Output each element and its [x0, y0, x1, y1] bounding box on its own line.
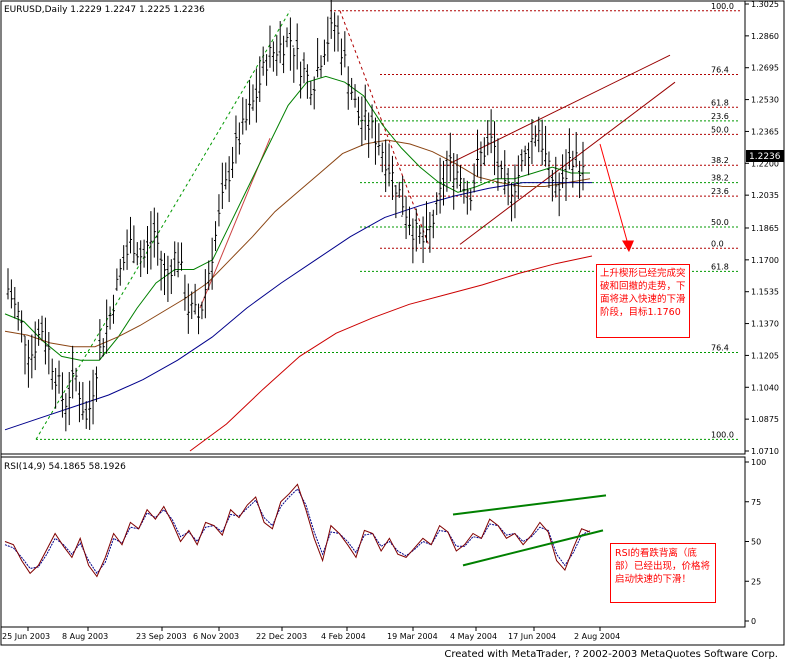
current-price-label: 1.2236: [749, 152, 781, 162]
rsi-tick-label: 0: [751, 617, 756, 626]
price-tick-label: 1.1535: [751, 288, 779, 297]
rsi-tick-label: 100: [751, 458, 766, 467]
forecast-arrow-line: [599, 143, 629, 245]
price-tick-label: 1.0710: [751, 447, 779, 456]
trend-lines: [35, 10, 676, 440]
price-tick-label: 1.1205: [751, 351, 779, 360]
wedge-annotation: 上升楔形已经完成突破和回撤的走势，下面将进入快速的下滑阶段，目标1.1760: [596, 264, 690, 338]
fib-level-label: 61.8: [711, 262, 729, 271]
moving-average-line: [4, 75, 590, 361]
footer-credit: Created with MetaTrader, ? 2002-2003 Met…: [444, 649, 778, 660]
time-tick-label: 4 May 2004: [450, 632, 497, 641]
moving-average-line: [4, 139, 591, 348]
time-axis: 25 Jun 2003 8 Aug 2003 23 Sep 2003 6 Nov 20…: [2, 627, 620, 641]
fib-diagonal-green: [35, 10, 291, 440]
rsi-upper-trendline: [452, 494, 607, 516]
fib-level-label: 50.0: [711, 218, 729, 227]
fib-level-label: 23.6: [711, 112, 729, 121]
price-tick-label: 1.2530: [751, 96, 779, 105]
time-tick-label: 22 Dec 2003: [256, 632, 307, 641]
metatrader-window: 100.0 76.4 61.8 23.6 50.0 38.2 38.2 23.6 50.0 0.0…: [0, 0, 786, 664]
price-tick-label: 1.1370: [751, 320, 779, 329]
forecast-arrow-head: [622, 240, 634, 253]
price-tick-label: 1.1700: [751, 256, 779, 265]
rsi-tick-label: 25: [751, 577, 761, 586]
fib-level-label: 76.4: [711, 65, 729, 74]
price-tick-label: 1.1040: [751, 383, 779, 392]
time-tick-label: 25 Jun 2003: [2, 632, 50, 641]
fib-level-label: 0.0: [711, 239, 724, 248]
fib-level-label: 76.4: [711, 344, 729, 353]
rsi-tick-label: 75: [751, 498, 761, 507]
price-tick-label: 1.2860: [751, 32, 779, 41]
price-tick-label: 1.1865: [751, 224, 779, 233]
time-tick-label: 23 Sep 2003: [136, 632, 187, 641]
price-tick-label: 1.2695: [751, 64, 779, 73]
rsi-annotation: RSI的看跌背离（底部）已经出现，价格将启动快速的下滑！: [610, 543, 716, 603]
rsi-tick-label: 50: [751, 538, 761, 547]
time-tick-label: 8 Aug 2003: [62, 632, 108, 641]
fib-level-label: 38.2: [711, 174, 729, 183]
wedge-lower-line: [459, 81, 676, 245]
price-tick-label: 1.0875: [751, 415, 779, 424]
fib-level-label: 61.8: [711, 98, 729, 107]
rsi-lower-trendline: [462, 529, 604, 567]
fib-level-label: 23.6: [711, 187, 729, 196]
fib-level-label: 100.0: [711, 2, 734, 11]
fib-level-label: 100.0: [711, 430, 734, 439]
price-tick-label: 1.2035: [751, 191, 779, 200]
time-tick-label: 19 Mar 2004: [387, 632, 438, 641]
rsi-info: RSI(14,9) 54.1865 58.1926: [4, 462, 126, 472]
fib-level-label: 38.2: [711, 156, 729, 165]
price-tick-label: 1.3025: [751, 0, 779, 9]
price-axis: 1.30251.28601.26951.25301.23651.22001.20…: [745, 0, 779, 456]
time-tick-label: 2 Aug 2004: [574, 632, 620, 641]
moving-average-line: [189, 255, 593, 452]
wedge-upper-line: [449, 54, 671, 164]
time-tick-label: 4 Feb 2004: [321, 632, 366, 641]
symbol-info: EURUSD,Daily 1.2229 1.2247 1.2225 1.2236: [4, 5, 205, 15]
price-tick-label: 1.2365: [751, 127, 779, 136]
fibonacci-levels: 100.0 76.4 61.8 23.6 50.0 38.2 38.2 23.6 50.0 0.0…: [36, 2, 740, 440]
time-tick-label: 6 Nov 2003: [193, 632, 239, 641]
fib-level-label: 50.0: [711, 125, 729, 134]
time-tick-label: 17 Jun 2004: [508, 632, 556, 641]
